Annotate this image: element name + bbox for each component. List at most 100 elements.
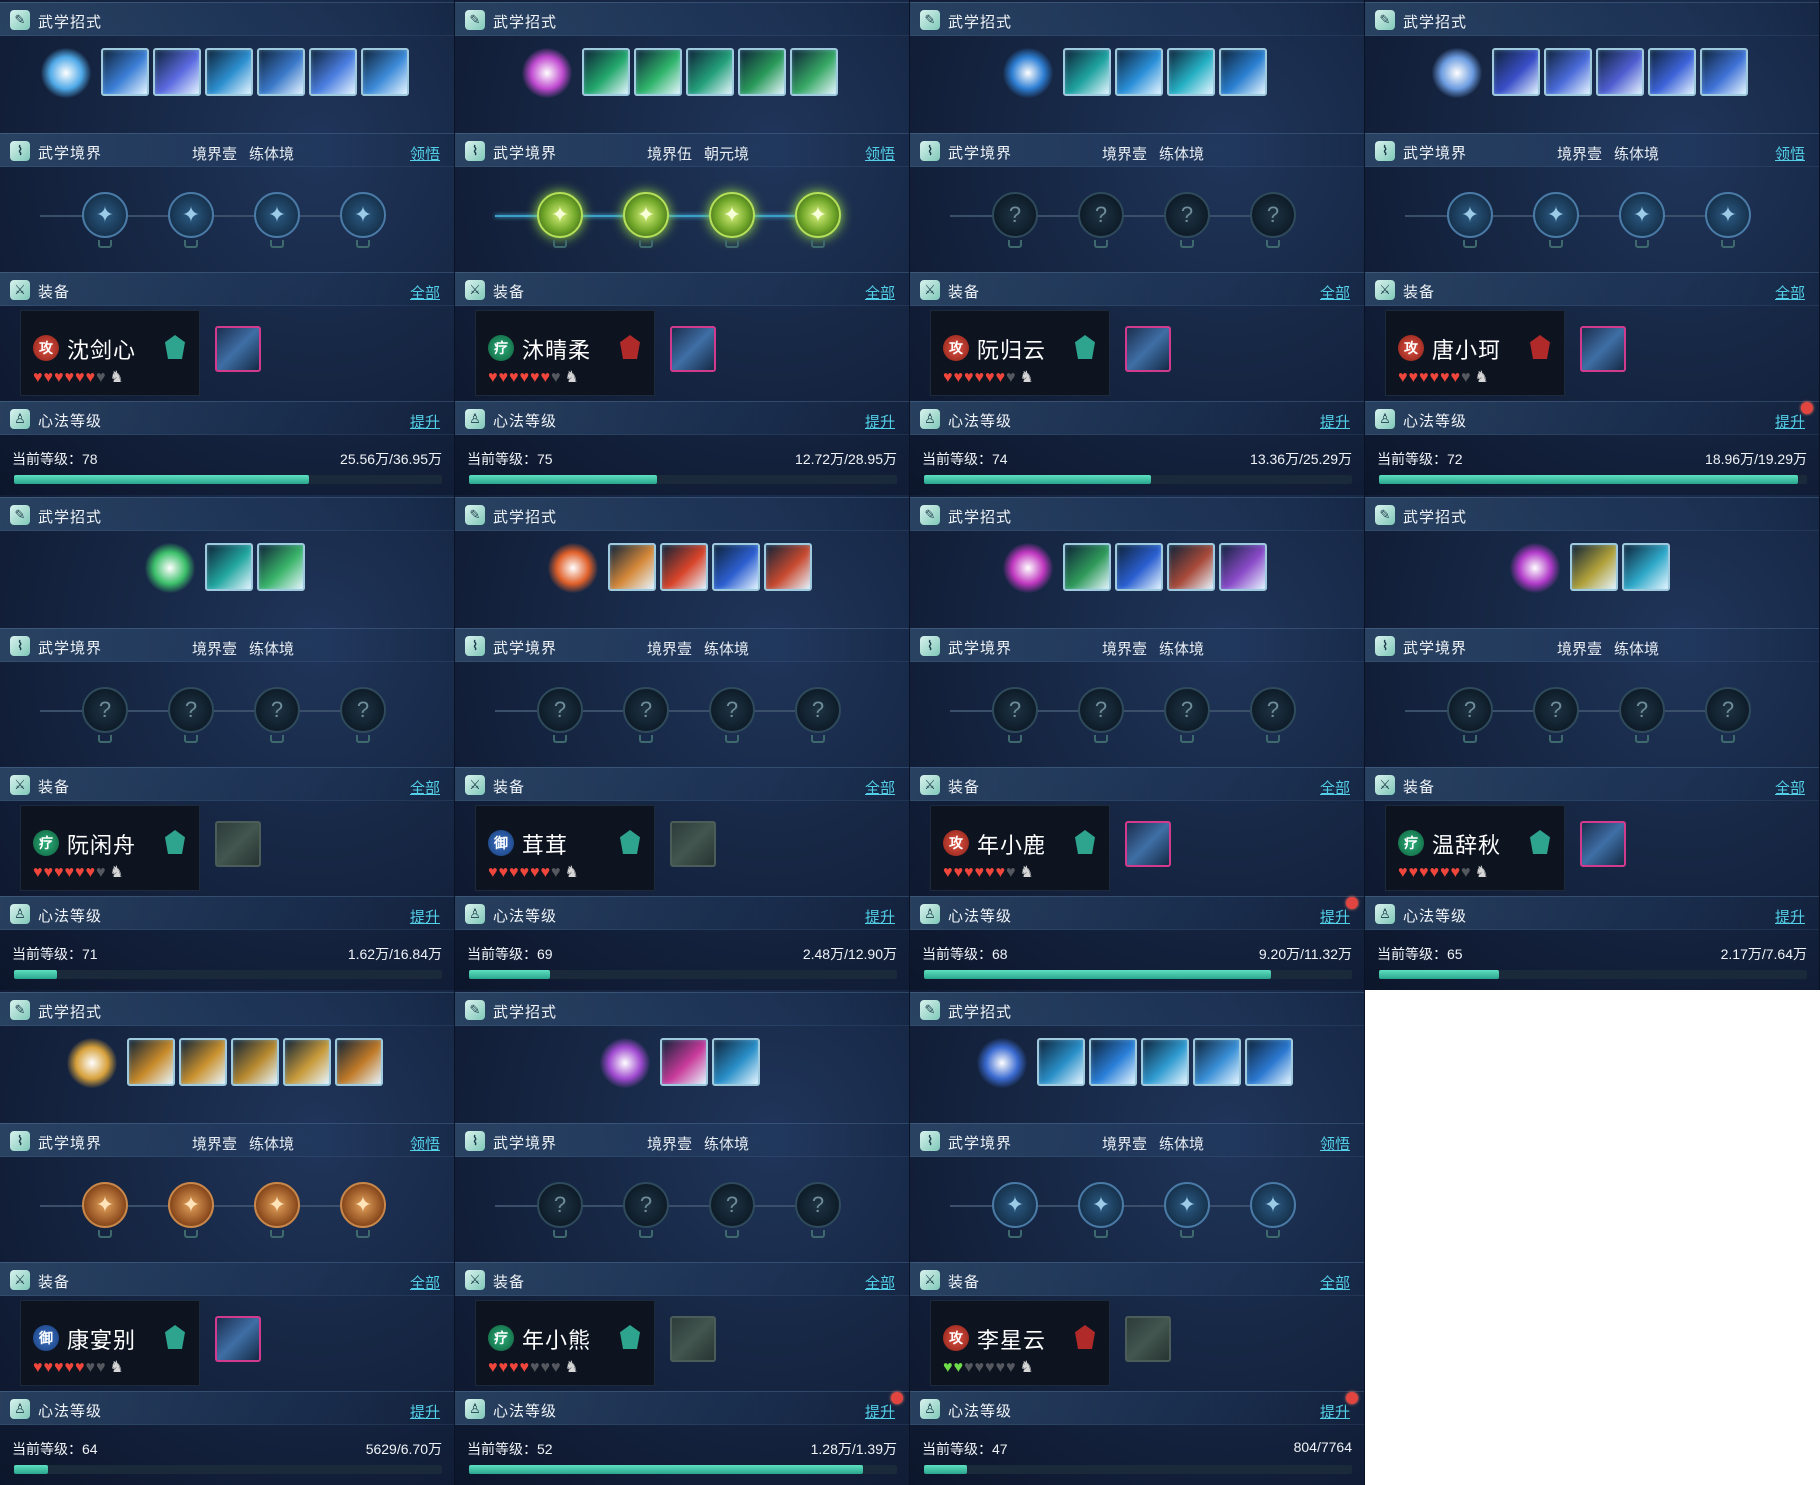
realm-node-icon[interactable]: ✦	[1078, 1182, 1124, 1238]
main-skill-icon[interactable]	[67, 1038, 117, 1088]
realm-node-icon[interactable]: ✦	[254, 1182, 300, 1238]
skill-icon[interactable]	[179, 1038, 227, 1086]
realm-node-icon[interactable]: ✦	[168, 192, 214, 248]
realm-node-icon[interactable]: ?	[340, 687, 386, 743]
equipment-slot[interactable]	[1125, 1316, 1171, 1362]
realm-node-icon[interactable]: ✦	[254, 192, 300, 248]
realm-node-icon[interactable]: ?	[168, 687, 214, 743]
realm-node-icon[interactable]: ✦	[1533, 192, 1579, 248]
upgrade-link[interactable]: 提升	[1320, 411, 1350, 432]
character-card[interactable]: 疗年小熊 ♥♥♥♥♥♥♥ ♞	[475, 1300, 655, 1386]
character-card[interactable]: 疗阮闲舟 ♥♥♥♥♥♥♥ ♞	[20, 805, 200, 891]
skill-icon[interactable]	[153, 48, 201, 96]
main-skill-icon[interactable]	[1003, 48, 1053, 98]
realm-node-icon[interactable]: ✦	[82, 1182, 128, 1238]
upgrade-link[interactable]: 提升	[865, 906, 895, 927]
skill-icon[interactable]	[283, 1038, 331, 1086]
skill-icon[interactable]	[608, 543, 656, 591]
skill-icon[interactable]	[712, 1038, 760, 1086]
comprehend-link[interactable]: 领悟	[410, 143, 440, 164]
skill-icon[interactable]	[1570, 543, 1618, 591]
upgrade-link[interactable]: 提升	[1775, 411, 1805, 432]
skill-icon[interactable]	[257, 543, 305, 591]
skill-icon[interactable]	[1089, 1038, 1137, 1086]
character-card[interactable]: 攻唐小珂 ♥♥♥♥♥♥♥ ♞	[1385, 310, 1565, 396]
realm-node-icon[interactable]: ✦	[623, 192, 669, 248]
equip-all-link[interactable]: 全部	[1320, 1272, 1350, 1293]
equip-all-link[interactable]: 全部	[410, 777, 440, 798]
character-card[interactable]: 疗温辞秋 ♥♥♥♥♥♥♥ ♞	[1385, 805, 1565, 891]
character-card[interactable]: 攻李星云 ♥♥♥♥♥♥♥ ♞	[930, 1300, 1110, 1386]
skill-icon[interactable]	[712, 543, 760, 591]
realm-node-icon[interactable]: ✦	[709, 192, 755, 248]
realm-node-icon[interactable]: ✦	[1447, 192, 1493, 248]
skill-icon[interactable]	[1492, 48, 1540, 96]
realm-node-icon[interactable]: ✦	[1164, 1182, 1210, 1238]
equip-all-link[interactable]: 全部	[865, 777, 895, 798]
skill-icon[interactable]	[764, 543, 812, 591]
main-skill-icon[interactable]	[548, 543, 598, 593]
skill-icon[interactable]	[1115, 48, 1163, 96]
realm-node-icon[interactable]: ✦	[340, 1182, 386, 1238]
equipment-slot[interactable]	[1125, 821, 1171, 867]
realm-node-icon[interactable]: ?	[1164, 192, 1210, 248]
equipment-slot[interactable]	[1125, 326, 1171, 372]
realm-node-icon[interactable]: ?	[1250, 192, 1296, 248]
skill-icon[interactable]	[335, 1038, 383, 1086]
equipment-slot[interactable]	[215, 326, 261, 372]
skill-icon[interactable]	[1596, 48, 1644, 96]
skill-icon[interactable]	[309, 48, 357, 96]
character-card[interactable]: 攻阮归云 ♥♥♥♥♥♥♥ ♞	[930, 310, 1110, 396]
realm-node-icon[interactable]: ✦	[82, 192, 128, 248]
upgrade-link[interactable]: 提升	[1320, 906, 1350, 927]
upgrade-link[interactable]: 提升	[1320, 1401, 1350, 1422]
skill-icon[interactable]	[101, 48, 149, 96]
skill-icon[interactable]	[1245, 1038, 1293, 1086]
upgrade-link[interactable]: 提升	[410, 1401, 440, 1422]
realm-node-icon[interactable]: ?	[1078, 687, 1124, 743]
skill-icon[interactable]	[660, 543, 708, 591]
comprehend-link[interactable]: 领悟	[1775, 143, 1805, 164]
upgrade-link[interactable]: 提升	[865, 411, 895, 432]
equip-all-link[interactable]: 全部	[1775, 282, 1805, 303]
realm-node-icon[interactable]: ✦	[795, 192, 841, 248]
realm-node-icon[interactable]: ✦	[992, 1182, 1038, 1238]
realm-node-icon[interactable]: ?	[992, 687, 1038, 743]
upgrade-link[interactable]: 提升	[865, 1401, 895, 1422]
realm-node-icon[interactable]: ?	[992, 192, 1038, 248]
equip-all-link[interactable]: 全部	[865, 282, 895, 303]
skill-icon[interactable]	[1219, 543, 1267, 591]
skill-icon[interactable]	[634, 48, 682, 96]
skill-icon[interactable]	[1700, 48, 1748, 96]
equipment-slot[interactable]	[215, 821, 261, 867]
main-skill-icon[interactable]	[1432, 48, 1482, 98]
skill-icon[interactable]	[1141, 1038, 1189, 1086]
skill-icon[interactable]	[205, 48, 253, 96]
skill-icon[interactable]	[1648, 48, 1696, 96]
skill-icon[interactable]	[1544, 48, 1592, 96]
realm-node-icon[interactable]: ?	[1447, 687, 1493, 743]
comprehend-link[interactable]: 领悟	[1320, 1133, 1350, 1154]
realm-node-icon[interactable]: ?	[709, 687, 755, 743]
skill-icon[interactable]	[738, 48, 786, 96]
realm-node-icon[interactable]: ?	[1705, 687, 1751, 743]
skill-icon[interactable]	[231, 1038, 279, 1086]
skill-icon[interactable]	[1622, 543, 1670, 591]
main-skill-icon[interactable]	[41, 48, 91, 98]
equipment-slot[interactable]	[1580, 326, 1626, 372]
character-card[interactable]: 御康宴别 ♥♥♥♥♥♥♥ ♞	[20, 1300, 200, 1386]
realm-node-icon[interactable]: ?	[1533, 687, 1579, 743]
realm-node-icon[interactable]: ?	[537, 1182, 583, 1238]
skill-icon[interactable]	[257, 48, 305, 96]
equipment-slot[interactable]	[215, 1316, 261, 1362]
realm-node-icon[interactable]: ?	[623, 1182, 669, 1238]
skill-icon[interactable]	[361, 48, 409, 96]
main-skill-icon[interactable]	[600, 1038, 650, 1088]
realm-node-icon[interactable]: ?	[254, 687, 300, 743]
equipment-slot[interactable]	[670, 326, 716, 372]
main-skill-icon[interactable]	[1003, 543, 1053, 593]
realm-node-icon[interactable]: ?	[1164, 687, 1210, 743]
realm-node-icon[interactable]: ?	[709, 1182, 755, 1238]
main-skill-icon[interactable]	[977, 1038, 1027, 1088]
equip-all-link[interactable]: 全部	[1320, 282, 1350, 303]
